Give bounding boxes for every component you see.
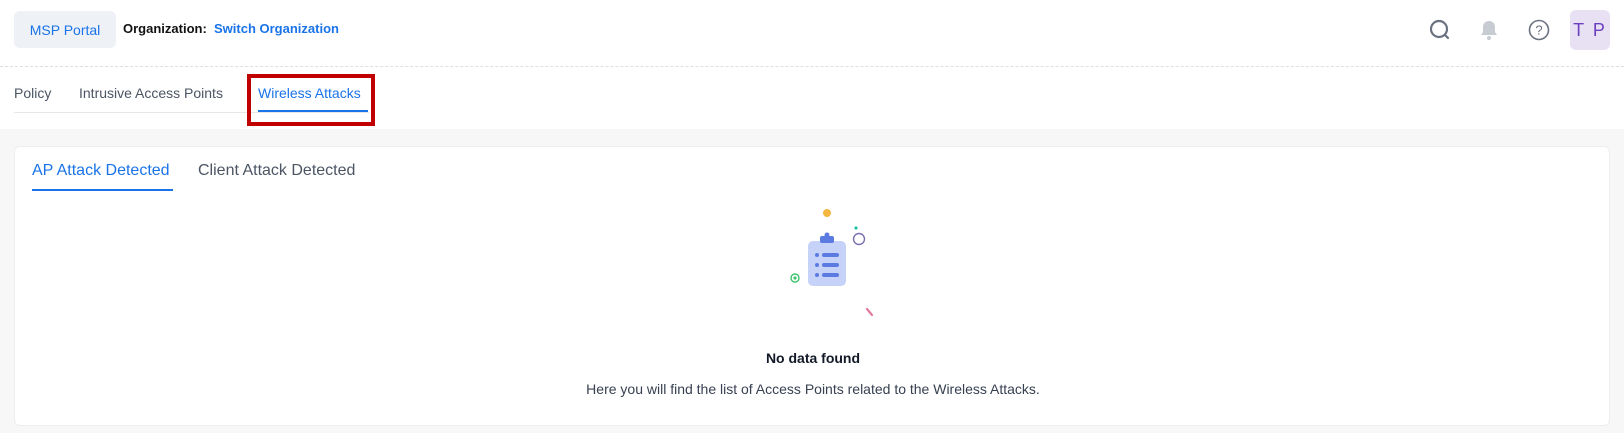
top-navbar: MSP Portal Organization: Switch Organiza…	[0, 0, 1624, 67]
svg-text:?: ?	[1535, 23, 1542, 38]
help-icon[interactable]: ?	[1523, 14, 1555, 46]
empty-state-description: Here you will find the list of Access Po…	[586, 381, 1040, 397]
active-subtab-indicator	[32, 189, 173, 191]
main-tabs: Policy Intrusive Access Points Wireless …	[0, 67, 1624, 129]
attacks-card: AP Attack Detected Client Attack Detecte…	[14, 146, 1610, 426]
clipboard-list-icon	[775, 205, 885, 325]
empty-state-title: No data found	[765, 350, 861, 366]
subtab-client-attack-detected[interactable]: Client Attack Detected	[198, 162, 355, 180]
bell-icon[interactable]	[1473, 14, 1505, 46]
tab-policy[interactable]: Policy	[14, 85, 51, 101]
highlight-box	[247, 74, 375, 126]
msp-portal-button[interactable]: MSP Portal	[14, 11, 116, 48]
user-avatar[interactable]: T P	[1570, 10, 1610, 50]
tab-intrusive-access-points[interactable]: Intrusive Access Points	[79, 85, 223, 101]
search-icon[interactable]	[1424, 14, 1456, 46]
organization-label: Organization:	[123, 21, 207, 36]
switch-organization-link[interactable]: Switch Organization	[214, 21, 339, 36]
subtab-ap-attack-detected[interactable]: AP Attack Detected	[32, 162, 170, 180]
